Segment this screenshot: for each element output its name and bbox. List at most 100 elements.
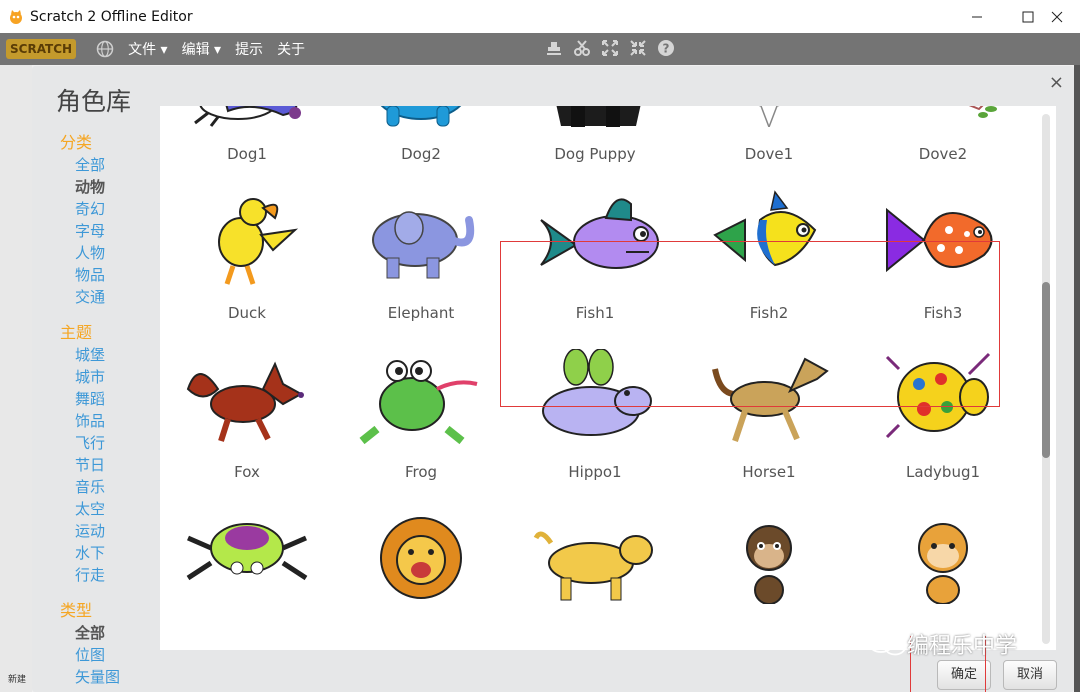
minimize-button[interactable]: [954, 0, 1000, 33]
sprite-name: Horse1: [742, 463, 796, 481]
type-vector[interactable]: 矢量图: [60, 666, 150, 688]
close-icon: [1051, 11, 1063, 22]
window-close-button[interactable]: [1034, 0, 1080, 33]
duplicate-stamp-icon[interactable]: [545, 39, 563, 57]
sprite-tile-dove2[interactable]: Dove2: [856, 106, 1030, 186]
sprite-tile-monkey1[interactable]: [682, 504, 856, 650]
theme-heading: 主题: [60, 323, 93, 342]
theme-space[interactable]: 太空: [60, 498, 150, 520]
duck-thumbnail: [218, 198, 299, 285]
category-things[interactable]: 物品: [60, 264, 150, 286]
sprite-name: Frog: [404, 463, 438, 481]
delete-scissors-icon[interactable]: [573, 39, 591, 57]
selection-highlight: [500, 241, 1000, 407]
dog1-thumbnail: [194, 106, 301, 127]
sprite-library-dialog: 角色库 × 分类 全部 动物 奇幻 字母 人物 物品 交通 主题 城堡 城市 舞…: [32, 66, 1074, 692]
sprite-name: Hippo1: [568, 463, 622, 481]
window-titlebar: Scratch 2 Offline Editor: [0, 0, 1080, 33]
dog2-thumbnail: [380, 106, 462, 127]
theme-holiday[interactable]: 节日: [60, 454, 150, 476]
type-all[interactable]: 全部: [60, 622, 150, 644]
menu-edit[interactable]: 编辑 ▾: [182, 39, 221, 59]
sprite-tile-frog[interactable]: Frog: [334, 345, 508, 504]
wechat-icon: [868, 633, 906, 656]
sprite-tile-duck[interactable]: Duck: [160, 186, 334, 345]
sprite-tile-dog-puppy[interactable]: Dog Puppy: [508, 106, 682, 186]
category-heading: 分类: [60, 133, 93, 152]
sprite-name: Dove1: [744, 145, 794, 163]
dove1-thumbnail: [758, 106, 780, 127]
sprite-name: Ladybug1: [905, 463, 981, 481]
dove2-thumbnail: [968, 106, 997, 118]
type-bitmap[interactable]: 位图: [60, 644, 150, 666]
menu-file[interactable]: 文件 ▾: [128, 39, 167, 59]
cancel-button[interactable]: 取消: [1003, 660, 1057, 690]
sprite-name: Elephant: [387, 304, 455, 322]
grid-scrollbar[interactable]: [1042, 114, 1050, 644]
scratch-cat-icon: [10, 9, 22, 24]
library-sidebar: 分类 全部 动物 奇幻 字母 人物 物品 交通 主题 城堡 城市 舞蹈 饰品 飞…: [60, 132, 150, 688]
theme-castle[interactable]: 城堡: [60, 344, 150, 366]
category-fantasy[interactable]: 奇幻: [60, 198, 150, 220]
sprite-name: Dove2: [918, 145, 968, 163]
watermark-text: 编程乐中学: [907, 634, 1018, 659]
category-transportation[interactable]: 交通: [60, 286, 150, 308]
sprite-tile-elephant[interactable]: Elephant: [334, 186, 508, 345]
category-animals[interactable]: 动物: [60, 176, 150, 198]
dog-puppy-thumbnail: [556, 106, 641, 127]
sprite-tile-spider[interactable]: [160, 504, 334, 650]
sprite-name: Fox: [234, 463, 260, 481]
sprite-tile-lioness[interactable]: [508, 504, 682, 650]
window-title: Scratch 2 Offline Editor: [30, 8, 193, 25]
menu-about[interactable]: 关于: [277, 39, 305, 59]
theme-flying[interactable]: 飞行: [60, 432, 150, 454]
spider-thumbnail: [186, 523, 308, 581]
category-people[interactable]: 人物: [60, 242, 150, 264]
theme-sports[interactable]: 运动: [60, 520, 150, 542]
help-icon[interactable]: ?: [657, 39, 675, 57]
grow-icon[interactable]: [601, 39, 619, 57]
maximize-icon: [1022, 11, 1034, 22]
sprite-name: Dog1: [227, 145, 267, 163]
monkey2-thumbnail: [918, 523, 968, 604]
toolbar: ?: [545, 39, 675, 57]
menu-tips[interactable]: 提示: [235, 39, 263, 59]
frog-thumbnail: [359, 360, 478, 445]
minimize-icon: [972, 16, 982, 17]
theme-dress-up[interactable]: 饰品: [60, 410, 150, 432]
svg-text:?: ?: [663, 42, 670, 56]
sprite-tile-dove1[interactable]: Dove1: [682, 106, 856, 186]
sprite-tile-dog1[interactable]: Dog1: [160, 106, 334, 186]
theme-music[interactable]: 音乐: [60, 476, 150, 498]
scrollbar-thumb[interactable]: [1042, 282, 1050, 458]
ok-button[interactable]: 确定: [937, 660, 991, 690]
sprite-name: Dog Puppy: [554, 145, 636, 163]
category-letters[interactable]: 字母: [60, 220, 150, 242]
theme-walking[interactable]: 行走: [60, 564, 150, 586]
lion-thumbnail: [380, 517, 462, 599]
lioness-thumbnail: [533, 531, 653, 601]
dialog-close-button[interactable]: ×: [1049, 72, 1064, 93]
editor-background-right: [1074, 65, 1080, 692]
theme-dance[interactable]: 舞蹈: [60, 388, 150, 410]
sprite-grid-panel: Dog1 Dog2 Dog Puppy Dove1 Dove2 Duck Ele…: [160, 106, 1056, 650]
sprite-name: Dog2: [401, 145, 441, 163]
sprite-tile-lion[interactable]: [334, 504, 508, 650]
shrink-icon[interactable]: [629, 39, 647, 57]
sprite-tile-fox[interactable]: Fox: [160, 345, 334, 504]
monkey1-thumbnail: [746, 525, 792, 604]
sprite-tile-dog2[interactable]: Dog2: [334, 106, 508, 186]
editor-background-left: [0, 65, 32, 692]
type-heading: 类型: [60, 601, 93, 620]
scratch-menubar: SCRATCH 文件 ▾ 编辑 ▾ 提示 关于 ?: [0, 33, 1080, 65]
theme-underwater[interactable]: 水下: [60, 542, 150, 564]
scratch-logo: SCRATCH: [6, 39, 77, 59]
background-label-fragment: 新建: [8, 675, 27, 685]
category-all[interactable]: 全部: [60, 154, 150, 176]
elephant-thumbnail: [372, 211, 475, 279]
theme-city[interactable]: 城市: [60, 366, 150, 388]
sprite-name: Duck: [228, 304, 266, 322]
globe-icon[interactable]: [96, 40, 114, 58]
watermark: 编程乐中学: [867, 628, 1017, 660]
dialog-title: 角色库: [56, 87, 132, 116]
